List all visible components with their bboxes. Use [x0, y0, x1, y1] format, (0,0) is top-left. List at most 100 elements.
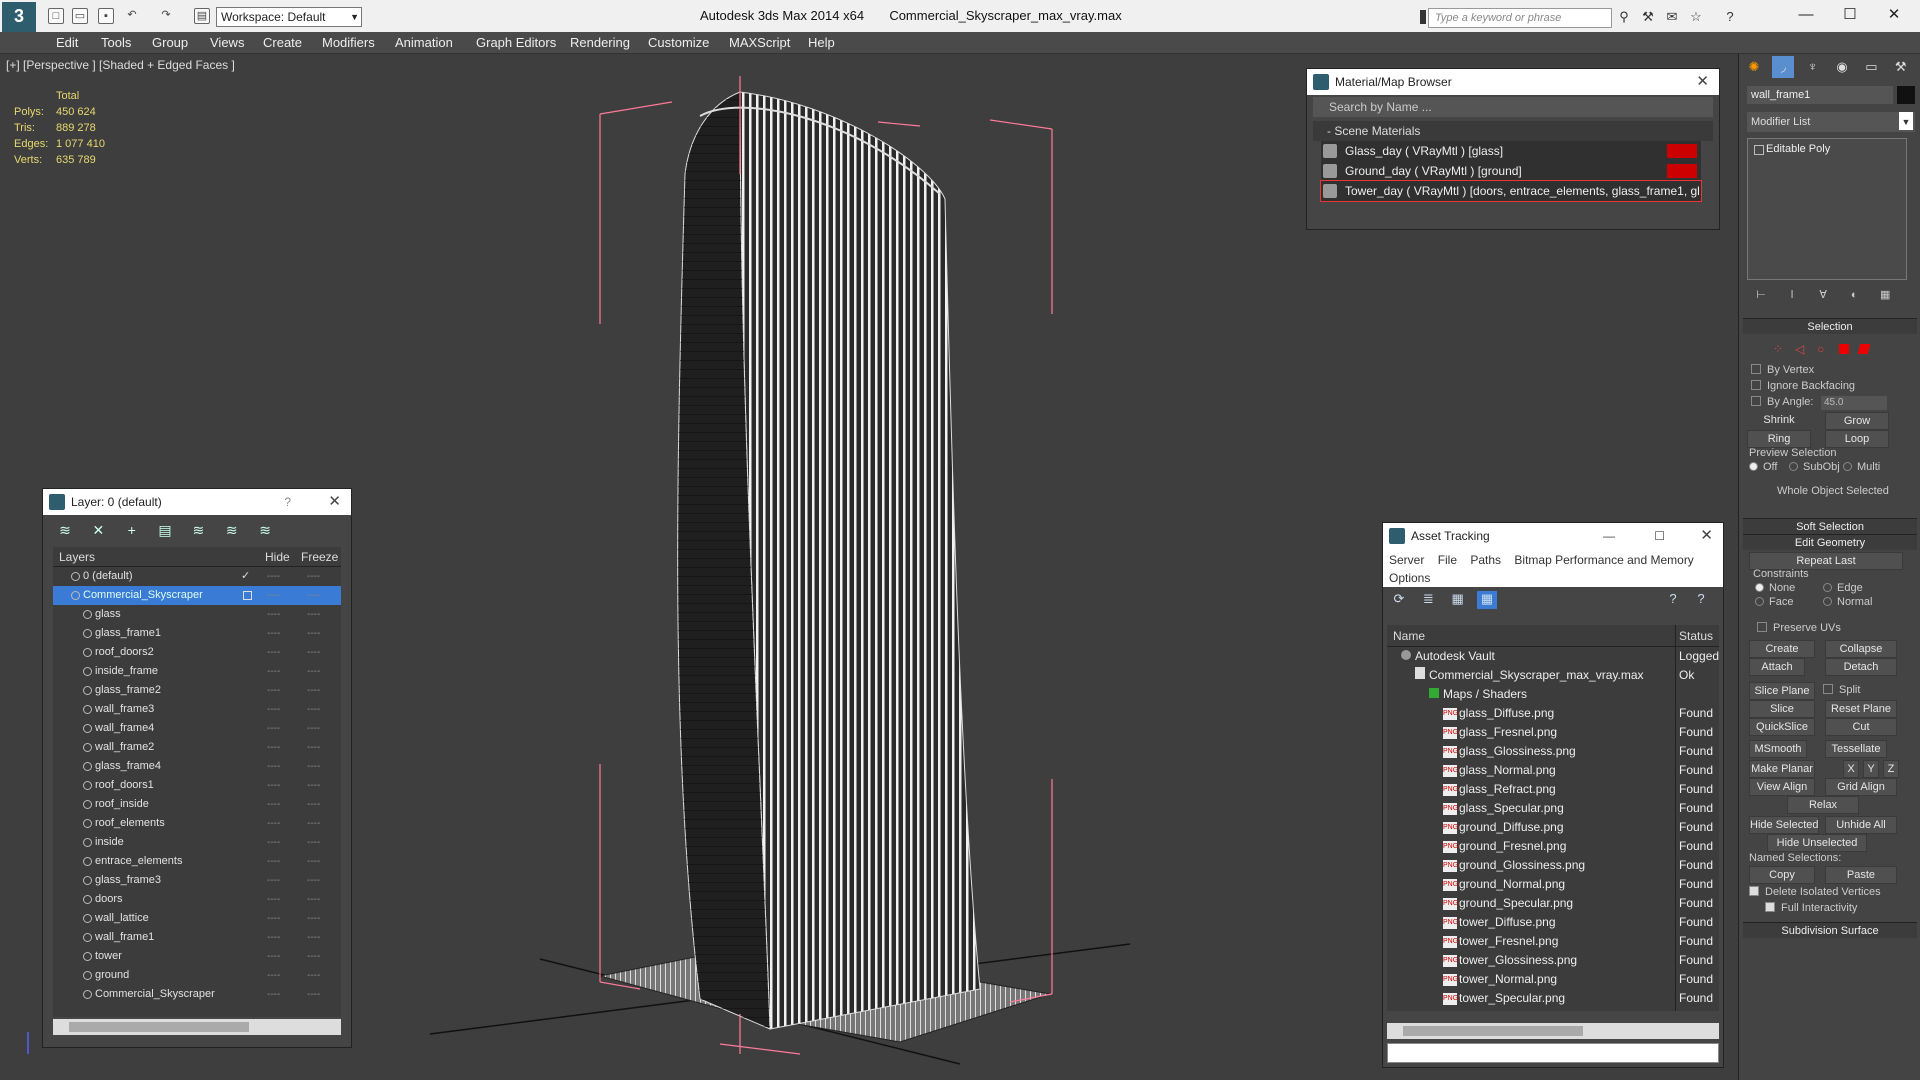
highlight-layer-icon[interactable]: ≋ — [220, 519, 244, 541]
remove-modifier-icon[interactable]: ◐ — [1840, 289, 1868, 301]
ignore-backfacing-checkbox[interactable]: Ignore Backfacing — [1751, 380, 1855, 392]
menu-paths[interactable]: Paths — [1470, 553, 1501, 567]
redo-icon[interactable]: ↷ — [158, 8, 174, 24]
menu-file[interactable]: File — [1438, 553, 1457, 567]
shrink-button[interactable]: Shrink — [1747, 412, 1811, 430]
hide-unselected-button[interactable]: Hide Unselected — [1767, 834, 1867, 852]
grid-align-button[interactable]: Grid Align — [1825, 778, 1897, 796]
refresh-icon[interactable]: ⟳ — [1389, 591, 1409, 609]
asset-row[interactable]: PNGtower_Glossiness.png Found — [1387, 951, 1719, 970]
hide-toggle[interactable]: ---- — [267, 700, 280, 719]
layer-row[interactable]: glass_frame3 ---- ---- — [53, 871, 341, 890]
polygon-mode-icon[interactable] — [1839, 344, 1849, 354]
col-hide[interactable]: Hide — [265, 547, 290, 567]
hide-toggle[interactable]: ---- — [267, 586, 280, 605]
scene-materials-header[interactable]: - Scene Materials — [1313, 121, 1713, 141]
freeze-toggle[interactable]: ---- — [307, 643, 320, 662]
element-mode-icon[interactable] — [1857, 344, 1871, 354]
col-layers[interactable]: Layers — [59, 547, 95, 567]
asset-row[interactable]: Commercial_Skyscraper_max_vray.max Ok — [1387, 666, 1719, 685]
modify-tab-icon[interactable]: ◞ — [1772, 56, 1795, 78]
menu-server[interactable]: Server — [1389, 553, 1424, 567]
freeze-toggle[interactable]: ---- — [307, 852, 320, 871]
hierarchy-tab-icon[interactable]: ♆ — [1802, 56, 1824, 78]
freeze-toggle[interactable]: ---- — [307, 605, 320, 624]
angle-spinner[interactable]: 45.0 — [1821, 396, 1887, 410]
layer-row[interactable]: glass ---- ---- — [53, 605, 341, 624]
help-icon[interactable]: ? — [1663, 591, 1683, 609]
table-view-icon[interactable]: ▦ — [1448, 591, 1468, 609]
material-browser-title-bar[interactable]: Material/Map Browser ✕ — [1307, 69, 1719, 95]
material-search-input[interactable]: Search by Name ... — [1313, 97, 1713, 117]
asset-row[interactable]: PNGground_Diffuse.png Found — [1387, 818, 1719, 837]
layer-row[interactable]: glass_frame1 ---- ---- — [53, 624, 341, 643]
layer-row[interactable]: wall_frame4 ---- ---- — [53, 719, 341, 738]
asset-row[interactable]: PNGtower_Specular.png Found — [1387, 989, 1719, 1008]
delete-isolated-vertices-checkbox[interactable]: Delete Isolated Vertices — [1749, 886, 1881, 898]
configure-sets-icon[interactable]: ▦ — [1871, 288, 1899, 301]
help-icon[interactable]: ? — [1722, 9, 1738, 25]
layer-row[interactable]: 0 (default) ---- ---- ✓ — [53, 567, 341, 586]
constraint-normal-radio[interactable]: Normal — [1823, 596, 1872, 608]
hide-toggle[interactable]: ---- — [267, 643, 280, 662]
utilities-tab-icon[interactable]: ⚒ — [1890, 56, 1912, 78]
layer-explorer-title-bar[interactable]: Layer: 0 (default) ? ✕ — [43, 489, 351, 515]
hide-toggle[interactable]: ---- — [267, 814, 280, 833]
hide-toggle[interactable]: ---- — [267, 833, 280, 852]
pin-stack-icon[interactable]: ⊢ — [1747, 288, 1775, 301]
help-icon[interactable]: ? — [284, 489, 291, 515]
asset-row[interactable]: PNGglass_Refract.png Found — [1387, 780, 1719, 799]
asset-row[interactable]: PNGglass_Specular.png Found — [1387, 799, 1719, 818]
slice-plane-button[interactable]: Slice Plane — [1749, 682, 1815, 700]
layer-row[interactable]: glass_frame4 ---- ---- — [53, 757, 341, 776]
constraint-face-radio[interactable]: Face — [1755, 596, 1793, 608]
stack-item-editable-poly[interactable]: Editable Poly — [1752, 143, 1902, 155]
asset-row[interactable]: PNGglass_Fresnel.png Found — [1387, 723, 1719, 742]
layer-row[interactable]: wall_frame2 ---- ---- — [53, 738, 341, 757]
freeze-toggle[interactable]: ---- — [307, 738, 320, 757]
layer-row[interactable]: Commercial_Skyscraper ---- ---- — [53, 586, 341, 605]
layers-icon[interactable]: ≋ — [53, 519, 77, 541]
delete-layer-icon[interactable]: ✕ — [86, 519, 110, 541]
horizontal-scrollbar[interactable] — [53, 1019, 341, 1035]
hide-toggle[interactable]: ---- — [267, 719, 280, 738]
app-logo-icon[interactable]: 3 — [2, 2, 36, 32]
help-search-input[interactable]: Type a keyword or phrase — [1428, 8, 1612, 28]
asset-row[interactable]: Maps / Shaders — [1387, 685, 1719, 704]
maximize-icon[interactable]: ☐ — [1654, 523, 1665, 549]
hide-toggle[interactable]: ---- — [267, 605, 280, 624]
freeze-toggle[interactable]: ---- — [307, 567, 320, 586]
asset-row[interactable]: PNGglass_Diffuse.png Found — [1387, 704, 1719, 723]
layer-row[interactable]: roof_elements ---- ---- — [53, 814, 341, 833]
unhide-all-button[interactable]: Unhide All — [1825, 816, 1897, 834]
freeze-toggle[interactable]: ---- — [307, 814, 320, 833]
hide-toggle[interactable]: ---- — [267, 738, 280, 757]
object-color-swatch[interactable] — [1897, 86, 1915, 104]
material-item[interactable]: Glass_day ( VRayMtl ) [glass] — [1321, 141, 1701, 161]
layer-row[interactable]: tower ---- ---- — [53, 947, 341, 966]
hide-toggle[interactable]: ---- — [267, 757, 280, 776]
soft-selection-rollout-header[interactable]: Soft Selection — [1743, 518, 1917, 534]
subdivision-surface-rollout-header[interactable]: Subdivision Surface — [1743, 922, 1917, 938]
tessellate-button[interactable]: Tessellate — [1825, 740, 1887, 758]
freeze-toggle[interactable]: ---- — [307, 795, 320, 814]
display-tab-icon[interactable]: ▭ — [1860, 56, 1882, 78]
hide-toggle[interactable]: ---- — [267, 852, 280, 871]
subscription-icon[interactable]: ⚒ — [1640, 9, 1656, 25]
layer-row[interactable]: ground ---- ---- — [53, 966, 341, 985]
freeze-toggle[interactable]: ---- — [307, 681, 320, 700]
copy-button[interactable]: Copy — [1749, 866, 1815, 884]
hide-toggle[interactable]: ---- — [267, 681, 280, 700]
list-view-icon[interactable]: ≣ — [1418, 591, 1438, 609]
menu-help[interactable]: Help — [808, 35, 835, 50]
freeze-toggle[interactable]: ---- — [307, 757, 320, 776]
freeze-toggle[interactable]: ---- — [307, 890, 320, 909]
save-icon[interactable]: ▪ — [98, 8, 114, 24]
new-layer-icon[interactable]: + — [120, 519, 144, 541]
msmooth-button[interactable]: MSmooth — [1749, 740, 1807, 758]
col-name[interactable]: Name — [1393, 625, 1425, 647]
asset-row[interactable]: PNGglass_Normal.png Found — [1387, 761, 1719, 780]
horizontal-scrollbar[interactable] — [1387, 1023, 1719, 1039]
layer-row[interactable]: doors ---- ---- — [53, 890, 341, 909]
hide-toggle[interactable]: ---- — [267, 985, 280, 1004]
